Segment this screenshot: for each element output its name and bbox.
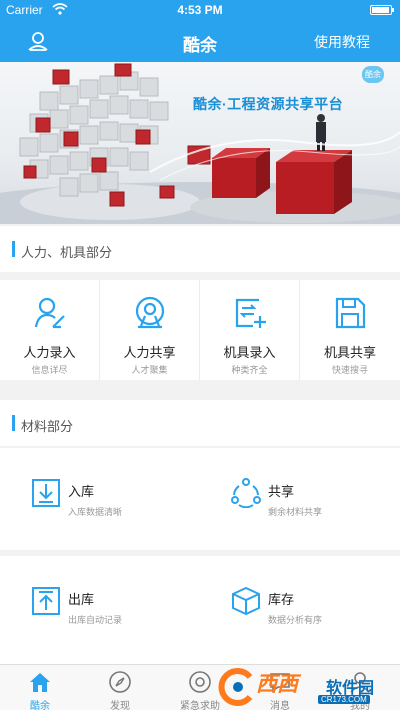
watermark: 西西 软件园 CR173.COM xyxy=(214,664,394,710)
machine-share-title: 机具共享 xyxy=(323,345,376,360)
download-box-icon xyxy=(32,479,60,507)
material-share-title: 共享 xyxy=(268,484,295,499)
inventory-subtitle: 数据分析有序 xyxy=(268,615,323,625)
stock-out-title: 出库 xyxy=(68,592,95,607)
status-bar: Carrier 4:53 PM xyxy=(0,0,400,20)
stock-in-title: 入库 xyxy=(68,484,95,499)
section-title-labor: 人力、机具部分 xyxy=(21,245,113,260)
section-header-labor: 人力、机具部分 xyxy=(0,226,400,272)
upload-box-icon xyxy=(32,587,60,615)
help-tutorial-link[interactable]: 使用教程 xyxy=(314,32,370,52)
banner[interactable]: 酷余·工程资源共享平台 酷余 xyxy=(0,62,400,224)
banner-slogan: 酷余·工程资源共享平台 xyxy=(193,96,344,112)
labor-share-subtitle: 人才聚集 xyxy=(131,365,168,375)
stock-out-button[interactable]: 出库 出库自动记录 xyxy=(0,556,200,660)
banner-illustration xyxy=(0,63,400,224)
inventory-button[interactable]: 库存 数据分析有序 xyxy=(200,556,400,660)
watermark-brand: 西西 xyxy=(256,673,298,696)
tab-discover-label: 发现 xyxy=(110,701,130,710)
user-icon[interactable] xyxy=(26,29,50,53)
machine-entry-title: 机具录入 xyxy=(223,345,276,360)
nav-bar: 酷余 使用教程 xyxy=(0,20,400,62)
section-header-materials: 材料部分 xyxy=(0,400,400,446)
cube-icon xyxy=(232,586,260,616)
material-share-subtitle: 剩余材料共享 xyxy=(268,507,323,517)
labor-entry-title: 人力录入 xyxy=(23,345,76,360)
machine-share-subtitle: 快速搜寻 xyxy=(331,365,368,375)
stock-in-button[interactable]: 入库 入库数据清晰 xyxy=(0,448,200,552)
section-accent-bar xyxy=(12,241,15,257)
stock-in-subtitle: 入库数据清晰 xyxy=(68,507,123,517)
tab-home-label: 酷余 xyxy=(30,701,50,710)
status-time: 4:53 PM xyxy=(177,3,223,17)
stock-out-subtitle: 出库自动记录 xyxy=(68,615,123,625)
labor-share-title: 人力共享 xyxy=(123,345,176,360)
banner-badge[interactable]: 酷余 xyxy=(362,66,384,83)
materials-grid: 入库 入库数据清晰 共享 剩余材料共享 出库 出库自动记录 库存 数据分析有序 xyxy=(0,448,400,664)
share-nodes-icon xyxy=(231,478,261,508)
labor-share-button[interactable]: 人力共享 人才聚集 xyxy=(100,280,200,380)
inventory-title: 库存 xyxy=(268,592,295,607)
help-icon xyxy=(189,671,211,693)
section-title-materials: 材料部分 xyxy=(21,419,74,434)
machine-add-icon xyxy=(235,298,266,328)
machine-share-button[interactable]: 机具共享 快速搜寻 xyxy=(300,280,400,380)
tab-discover[interactable]: 发现 xyxy=(80,665,160,710)
watermark-logo-icon xyxy=(218,668,253,706)
material-share-button[interactable]: 共享 剩余材料共享 xyxy=(200,448,400,552)
labor-grid: 人力录入 信息详尽 人力共享 人才聚集 机具录入 种类齐全 机具共享 快速搜寻 xyxy=(0,280,400,380)
save-icon xyxy=(335,297,366,329)
tab-home[interactable]: 酷余 xyxy=(0,665,80,710)
section-accent-bar xyxy=(12,415,15,431)
person-edit-icon xyxy=(34,297,65,329)
machine-entry-subtitle: 种类齐全 xyxy=(231,365,268,375)
compass-icon xyxy=(109,671,131,693)
machine-entry-button[interactable]: 机具录入 种类齐全 xyxy=(200,280,300,380)
labor-entry-subtitle: 信息详尽 xyxy=(31,365,68,375)
person-share-icon xyxy=(135,296,165,329)
labor-entry-button[interactable]: 人力录入 信息详尽 xyxy=(0,280,100,380)
home-icon xyxy=(30,673,50,692)
battery-icon xyxy=(370,5,394,15)
watermark-url: CR173.COM xyxy=(318,695,370,704)
